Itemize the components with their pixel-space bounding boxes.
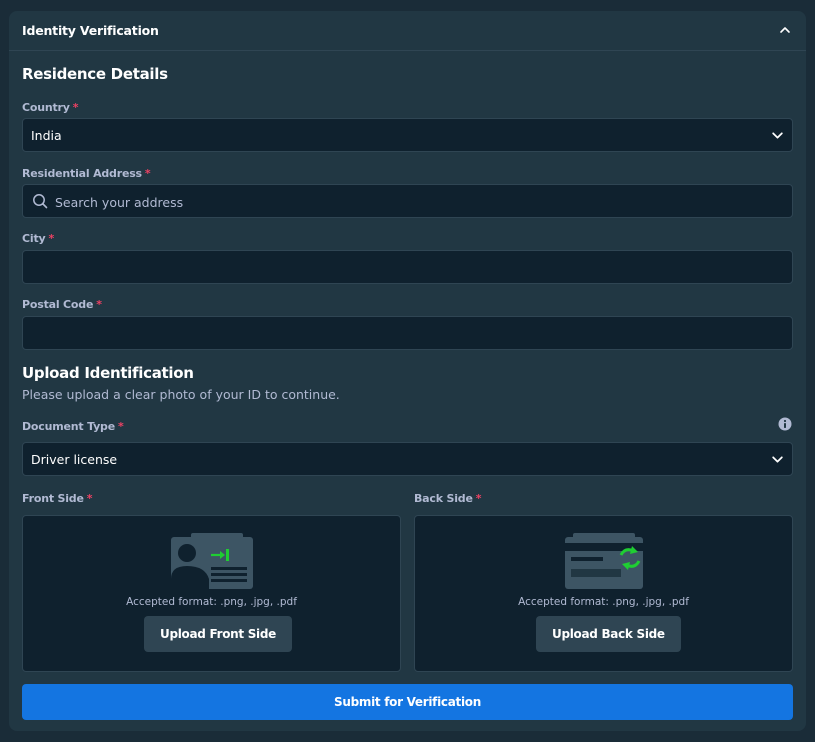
info-icon[interactable]	[778, 417, 792, 431]
postal-code-field[interactable]	[22, 316, 793, 350]
front-formats-text: Accepted format: .png, .jpg, .pdf	[126, 596, 297, 608]
required-marker: *	[117, 420, 124, 433]
address-label: Residential Address *	[22, 167, 151, 180]
panel-header[interactable]: Identity Verification	[9, 11, 806, 51]
required-marker: *	[96, 298, 102, 311]
address-label-text: Residential Address	[22, 167, 142, 180]
required-marker: *	[72, 101, 79, 114]
id-card-front-icon	[171, 533, 253, 589]
country-label: Country *	[22, 101, 78, 114]
address-field[interactable]	[22, 184, 793, 219]
country-label-text: Country	[22, 101, 70, 114]
front-side-label: Front Side *	[22, 492, 92, 505]
upload-section-title: Upload Identification	[22, 364, 194, 382]
required-marker: *	[86, 492, 93, 505]
back-formats-text: Accepted format: .png, .jpg, .pdf	[518, 596, 689, 608]
panel-title: Identity Verification	[22, 23, 159, 38]
upload-subtitle: Please upload a clear photo of your ID t…	[22, 387, 340, 402]
submit-verification-button[interactable]: Submit for Verification	[22, 684, 793, 720]
search-icon	[33, 194, 48, 209]
address-input[interactable]	[53, 185, 777, 219]
collapse-button[interactable]	[776, 21, 794, 39]
postal-code-label-text: Postal Code	[22, 298, 94, 311]
identity-verification-panel: Identity Verification Residence Details …	[9, 11, 806, 731]
required-marker: *	[48, 232, 55, 245]
country-select[interactable]: India	[22, 118, 793, 152]
chevron-down-icon	[772, 132, 783, 139]
document-type-label: Document Type *	[22, 420, 124, 433]
id-card-back-icon	[565, 533, 643, 589]
required-marker: *	[475, 492, 482, 505]
back-side-label-text: Back Side	[414, 492, 473, 505]
country-value: India	[31, 128, 62, 143]
upload-back-side-button[interactable]: Upload Back Side	[536, 616, 681, 652]
required-marker: *	[144, 167, 151, 180]
document-type-value: Driver license	[31, 452, 118, 467]
document-type-label-text: Document Type	[22, 420, 115, 433]
back-side-label: Back Side *	[414, 492, 481, 505]
document-type-select[interactable]: Driver license	[22, 442, 793, 476]
city-label: City *	[22, 232, 54, 245]
city-label-text: City	[22, 232, 46, 245]
residence-section-title: Residence Details	[22, 65, 168, 83]
chevron-down-icon	[772, 456, 783, 463]
front-side-label-text: Front Side	[22, 492, 84, 505]
city-field[interactable]	[22, 250, 793, 284]
upload-front-side-button[interactable]: Upload Front Side	[144, 616, 292, 652]
postal-code-label: Postal Code *	[22, 298, 102, 311]
front-side-upload-area[interactable]: Accepted format: .png, .jpg, .pdf Upload…	[22, 515, 401, 672]
chevron-up-icon	[780, 27, 790, 33]
back-side-upload-area[interactable]: Accepted format: .png, .jpg, .pdf Upload…	[414, 515, 793, 672]
